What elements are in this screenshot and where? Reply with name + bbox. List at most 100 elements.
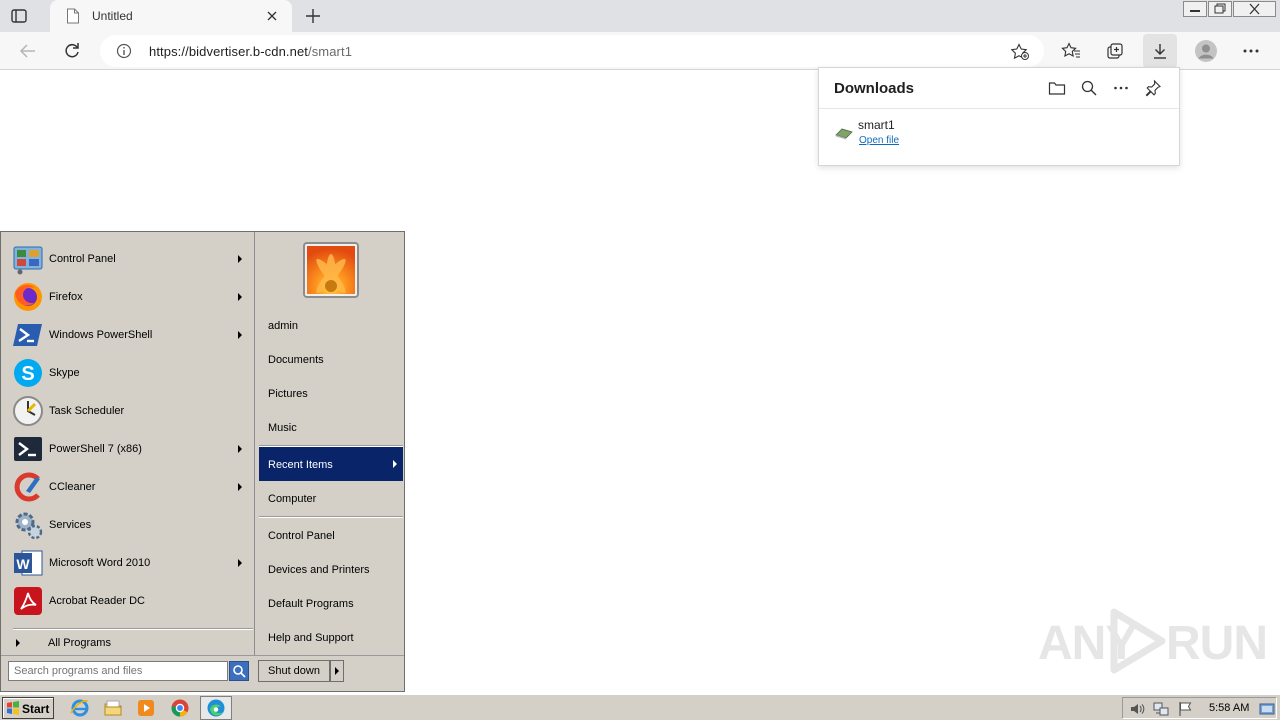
- place-recent-items[interactable]: Recent Items: [259, 447, 403, 481]
- skype-icon: S: [12, 357, 44, 389]
- program-powershell-7[interactable]: PowerShell 7 (x86): [10, 431, 252, 467]
- start-button[interactable]: Start: [2, 697, 54, 719]
- url-text[interactable]: https://bidvertiser.b-cdn.net/smart1: [149, 44, 352, 59]
- svg-text:S: S: [21, 363, 34, 385]
- place-devices-printers[interactable]: Devices and Printers: [259, 553, 403, 587]
- address-bar[interactable]: https://bidvertiser.b-cdn.net/smart1: [100, 35, 1044, 67]
- action-center-flag-icon[interactable]: [1177, 701, 1193, 717]
- edge-icon: [206, 698, 226, 718]
- browser-tab[interactable]: Untitled: [50, 0, 292, 32]
- user-folder-admin[interactable]: admin: [259, 309, 403, 343]
- start-menu-footer: Shut down: [1, 655, 404, 691]
- search-icon[interactable]: [229, 661, 249, 681]
- program-label: Task Scheduler: [49, 405, 125, 417]
- program-windows-powershell[interactable]: Windows PowerShell: [10, 317, 252, 353]
- place-documents[interactable]: Documents: [259, 343, 403, 377]
- submenu-arrow-icon: [393, 460, 397, 468]
- program-skype[interactable]: S Skype: [10, 355, 252, 391]
- program-label: Windows PowerShell: [49, 329, 153, 341]
- more-options-icon[interactable]: [1238, 38, 1264, 64]
- back-icon[interactable]: [18, 41, 38, 61]
- new-tab-icon[interactable]: [304, 7, 322, 25]
- close-window-button[interactable]: [1233, 1, 1276, 17]
- firefox-icon: [12, 281, 44, 313]
- windows-logo-icon: [6, 701, 20, 715]
- show-desktop-icon[interactable]: [1259, 701, 1275, 717]
- downloads-icon[interactable]: [1143, 34, 1177, 68]
- clock[interactable]: 5:58 AM: [1209, 702, 1249, 714]
- powershell-icon: [12, 319, 44, 351]
- minimize-button[interactable]: [1183, 1, 1207, 17]
- ie-icon[interactable]: [70, 698, 90, 718]
- url-host: https://bidvertiser.b-cdn.net: [149, 44, 308, 59]
- download-filename[interactable]: smart1: [858, 118, 895, 132]
- program-label: Control Panel: [49, 253, 116, 265]
- start-menu: Control Panel Firefox Windows PowerShell…: [0, 231, 405, 692]
- program-label: Services: [49, 519, 92, 531]
- watermark-text-right: RUN: [1166, 617, 1268, 670]
- pin-icon[interactable]: [1144, 79, 1162, 97]
- anyrun-watermark: ANY RUN: [1038, 608, 1268, 676]
- place-label: Pictures: [268, 388, 308, 400]
- program-label: CCleaner: [49, 481, 96, 493]
- submenu-arrow-icon: [238, 293, 242, 301]
- program-label: Skype: [49, 367, 80, 379]
- explorer-icon[interactable]: [103, 698, 123, 718]
- place-help-support[interactable]: Help and Support: [259, 621, 403, 655]
- media-player-icon[interactable]: [136, 698, 156, 718]
- expand-arrow-icon: [16, 639, 20, 647]
- user-avatar[interactable]: [303, 242, 359, 298]
- search-programs-input[interactable]: [8, 661, 228, 681]
- word-icon: W: [12, 547, 44, 579]
- collections-icon[interactable]: [1102, 38, 1128, 64]
- program-services[interactable]: Services: [10, 507, 252, 543]
- refresh-icon[interactable]: [62, 41, 82, 61]
- place-label: Computer: [268, 493, 317, 505]
- restore-button[interactable]: [1208, 1, 1232, 17]
- place-computer[interactable]: Computer: [259, 482, 403, 516]
- more-downloads-options-icon[interactable]: [1112, 79, 1130, 97]
- downloads-panel: Downloads smart1 Open file: [818, 67, 1180, 166]
- submenu-arrow-icon: [238, 445, 242, 453]
- place-pictures[interactable]: Pictures: [259, 377, 403, 411]
- place-label: admin: [268, 320, 298, 332]
- shutdown-button[interactable]: Shut down: [258, 660, 330, 682]
- start-label: Start: [22, 702, 50, 716]
- browser-toolbar: https://bidvertiser.b-cdn.net/smart1: [0, 32, 1280, 70]
- profile-icon[interactable]: [1193, 38, 1219, 64]
- program-microsoft-word[interactable]: W Microsoft Word 2010: [10, 545, 252, 581]
- chrome-icon[interactable]: [170, 698, 190, 718]
- volume-icon[interactable]: [1129, 701, 1145, 717]
- page-icon: [66, 8, 80, 24]
- edge-taskbar-button[interactable]: [200, 696, 232, 720]
- place-default-programs[interactable]: Default Programs: [259, 587, 403, 621]
- services-icon: [12, 509, 44, 541]
- chevron-right-icon: [335, 667, 339, 675]
- favorites-icon[interactable]: [1058, 38, 1084, 64]
- places-divider: [259, 516, 403, 518]
- search-downloads-icon[interactable]: [1080, 79, 1098, 97]
- place-music[interactable]: Music: [259, 411, 403, 445]
- site-info-icon[interactable]: [116, 43, 132, 59]
- tab-actions-icon[interactable]: [10, 7, 28, 25]
- program-acrobat-reader[interactable]: Acrobat Reader DC: [10, 583, 252, 619]
- all-programs-button[interactable]: All Programs: [14, 635, 254, 655]
- program-ccleaner[interactable]: CCleaner: [10, 469, 252, 505]
- tab-title: Untitled: [92, 9, 133, 23]
- ccleaner-icon: [12, 471, 44, 503]
- open-folder-icon[interactable]: [1048, 79, 1066, 97]
- place-label: Documents: [268, 354, 324, 366]
- place-control-panel[interactable]: Control Panel: [259, 519, 403, 553]
- place-label: Help and Support: [268, 632, 354, 644]
- close-tab-icon[interactable]: [264, 8, 280, 24]
- network-icon[interactable]: [1153, 701, 1169, 717]
- program-task-scheduler[interactable]: Task Scheduler: [10, 393, 252, 429]
- add-favorite-icon[interactable]: [1010, 43, 1030, 61]
- program-control-panel[interactable]: Control Panel: [10, 241, 252, 277]
- program-label: Acrobat Reader DC: [49, 595, 145, 607]
- all-programs-label: All Programs: [48, 637, 111, 649]
- shutdown-options-button[interactable]: [330, 660, 344, 682]
- open-file-link[interactable]: Open file: [859, 135, 899, 146]
- program-firefox[interactable]: Firefox: [10, 279, 252, 315]
- program-label: PowerShell 7 (x86): [49, 443, 142, 455]
